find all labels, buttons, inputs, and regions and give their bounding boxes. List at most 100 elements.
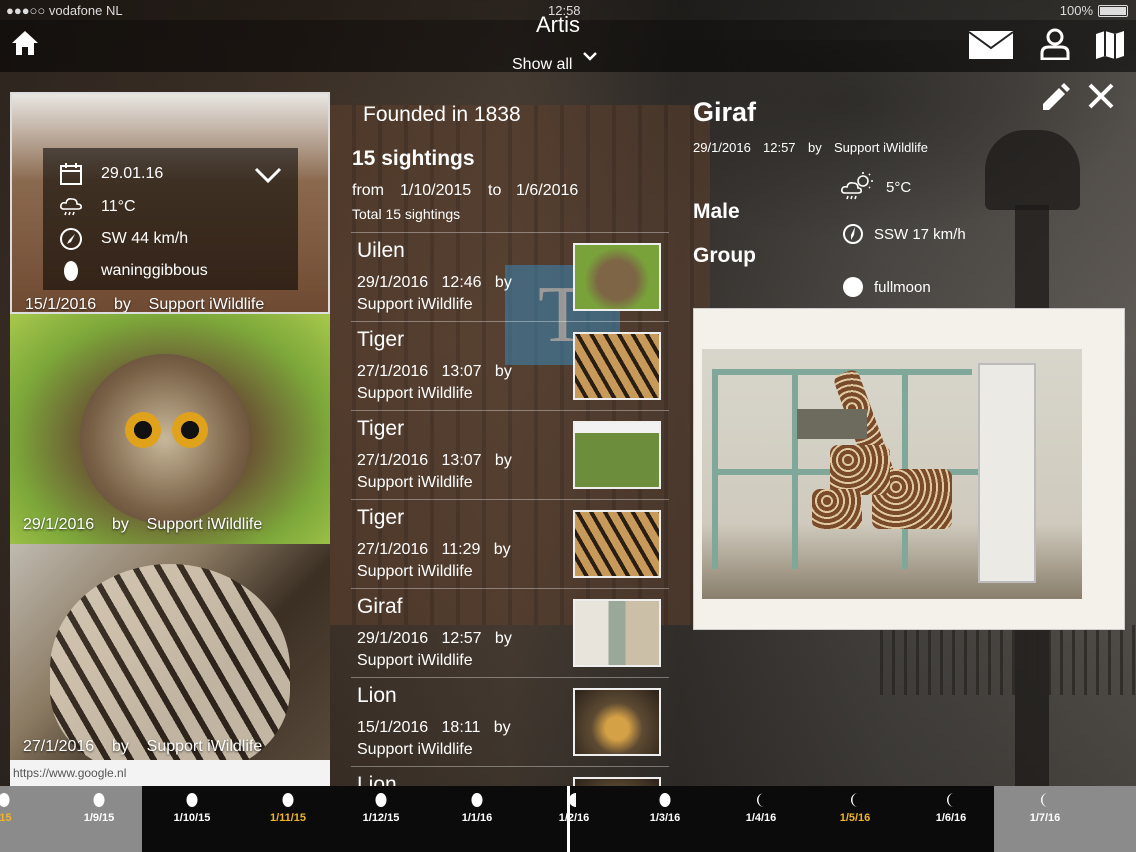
- sighting-name: Tiger: [357, 328, 405, 351]
- mail-icon[interactable]: [968, 30, 1014, 60]
- detail-wind-row: SSW 17 km/h: [840, 223, 966, 245]
- sighting-name: Uilen: [357, 239, 405, 262]
- sighting-item[interactable]: Lion: [351, 767, 669, 786]
- sighting-name: Lion: [357, 684, 397, 707]
- range-from-date: 1/10/2015: [400, 182, 472, 199]
- sightings-count: 15 sightings: [352, 147, 475, 170]
- sighting-thumbnail[interactable]: [573, 510, 661, 578]
- sighting-item[interactable]: Tiger 27/1/2016 13:07 by Support iWildli…: [351, 411, 669, 500]
- rain-cloud-icon: [60, 198, 82, 216]
- close-icon[interactable]: [1087, 82, 1115, 110]
- caption-by: by: [111, 516, 129, 533]
- sighting-photo[interactable]: 27/1/2016 by Support iWildlife: [10, 544, 330, 786]
- cloud-sun-rain-icon: [841, 172, 873, 200]
- timeline-tick[interactable]: 1/4/16: [726, 792, 796, 824]
- timeline-bar[interactable]: /15 1/9/15 1/10/15 1/11/15 1/12/15 1/1/16 1/2/…: [0, 786, 1136, 852]
- sighting-photo[interactable]: 29/1/2016 by Support iWildlife: [10, 314, 330, 544]
- moon-phase-icon: [569, 793, 576, 807]
- filter-dropdown[interactable]: Show all: [512, 56, 572, 74]
- sighting-user: Support iWildlife: [357, 474, 473, 491]
- timeline-label: 1/11/15: [269, 812, 307, 824]
- timeline-tick[interactable]: 1/7/16: [1010, 792, 1080, 824]
- detail-moon-row: fullmoon: [840, 276, 931, 298]
- photo-caption: 29/1/2016 by Support iWildlife: [23, 516, 262, 534]
- detail-date: 29/1/2016: [693, 140, 751, 155]
- caption-by: by: [113, 296, 131, 313]
- sighting-item[interactable]: Uilen 29/1/2016 12:46 by Support iWildli…: [351, 233, 669, 322]
- sighting-thumbnail[interactable]: [573, 599, 661, 667]
- moon-phase-icon: [851, 793, 858, 807]
- page-title: Artis: [536, 12, 580, 37]
- detail-moon: fullmoon: [874, 278, 931, 296]
- sighting-thumbnail[interactable]: [573, 421, 661, 489]
- nav-bar: Artis Show all: [0, 12, 1136, 74]
- weather-moon-row: waninggibbous: [59, 257, 208, 285]
- detail-temperature: 5°C: [886, 178, 912, 196]
- map-icon[interactable]: [1094, 30, 1126, 60]
- compass-icon: [843, 224, 863, 244]
- weather-moon: waninggibbous: [101, 262, 208, 279]
- timeline-tick[interactable]: 1/6/16: [916, 792, 986, 824]
- caption-date: 29/1/2016: [23, 516, 95, 533]
- timeline-tick[interactable]: 1/1/16: [442, 792, 512, 824]
- chevron-down-icon[interactable]: [253, 164, 283, 186]
- timeline-tick[interactable]: 1/5/16: [820, 792, 890, 824]
- caption-date: 27/1/2016: [23, 738, 95, 755]
- timeline-tick[interactable]: 1/9/15: [64, 792, 134, 824]
- timeline-label: 1/4/16: [745, 812, 777, 824]
- sighting-name: Giraf: [357, 595, 403, 618]
- timeline-label: 1/6/16: [935, 812, 967, 824]
- user-icon[interactable]: [1040, 28, 1070, 60]
- sightings-list[interactable]: Uilen 29/1/2016 12:46 by Support iWildli…: [351, 232, 669, 786]
- sighting-item[interactable]: Tiger 27/1/2016 11:29 by Support iWildli…: [351, 500, 669, 589]
- sighting-thumbnail[interactable]: [573, 243, 661, 311]
- timeline-label: 1/10/15: [173, 812, 211, 824]
- caption-user: Support iWildlife: [146, 516, 263, 533]
- owl-image: [80, 354, 250, 524]
- sighting-datetime: 29/1/2016 12:57 by: [357, 630, 512, 647]
- range-to-date: 1/6/2016: [516, 182, 579, 199]
- timeline-tick[interactable]: 1/11/15: [253, 792, 323, 824]
- detail-user: Support iWildlife: [834, 140, 928, 155]
- owl-eye: [125, 412, 161, 448]
- detail-time: 12:57: [763, 140, 796, 155]
- sighting-item[interactable]: Giraf 29/1/2016 12:57 by Support iWildli…: [351, 589, 669, 678]
- weather-wind: SW 44 km/h: [101, 230, 189, 247]
- calendar-icon: [60, 163, 82, 185]
- moon-phase-icon: [471, 793, 483, 807]
- sighting-thumbnail[interactable]: [573, 777, 661, 786]
- weather-temperature: 11°C: [101, 198, 136, 215]
- sighting-datetime: 27/1/2016 11:29 by: [357, 541, 511, 558]
- moon-phase-icon: [947, 793, 954, 807]
- sighting-user: Support iWildlife: [357, 385, 473, 402]
- moon-phase-icon: [186, 793, 198, 807]
- weather-panel: 29.01.16 11°C SW 44 km/h waninggibbous: [43, 148, 298, 290]
- sighting-user: Support iWildlife: [357, 652, 473, 669]
- detail-photo[interactable]: [693, 308, 1125, 630]
- caption-user: Support iWildlife: [146, 738, 263, 755]
- timeline-label: /15: [0, 812, 12, 824]
- pencil-icon[interactable]: [1039, 80, 1071, 112]
- giraffe-body: [830, 445, 890, 495]
- caption-date: 15/1/2016: [25, 296, 97, 313]
- chevron-down-icon[interactable]: [582, 48, 598, 64]
- detail-temperature-row: 5°C: [840, 172, 911, 202]
- sightings-panel: Founded in 1838 15 sightings from 1/10/2…: [340, 92, 680, 786]
- timeline-tick[interactable]: 1/12/15: [346, 792, 416, 824]
- range-from-label: from: [352, 182, 384, 199]
- timeline-tick[interactable]: 1/2/16: [539, 792, 609, 824]
- sighting-item[interactable]: Tiger 27/1/2016 13:07 by Support iWildli…: [351, 322, 669, 411]
- sighting-thumbnail[interactable]: [573, 332, 661, 400]
- sighting-name: Tiger: [357, 506, 405, 529]
- timeline-tick[interactable]: 1/3/16: [630, 792, 700, 824]
- detail-group: Group: [693, 244, 756, 267]
- giraffe-image: [702, 349, 1082, 599]
- timeline-tick[interactable]: /15: [0, 792, 39, 824]
- full-moon-icon: [843, 277, 863, 297]
- detail-by: by: [808, 140, 822, 155]
- sighting-datetime: 15/1/2016 18:11 by: [357, 719, 511, 736]
- sighting-item[interactable]: Lion 15/1/2016 18:11 by Support iWildlif…: [351, 678, 669, 767]
- sighting-name: Tiger: [357, 417, 405, 440]
- sighting-thumbnail[interactable]: [573, 688, 661, 756]
- timeline-tick[interactable]: 1/10/15: [157, 792, 227, 824]
